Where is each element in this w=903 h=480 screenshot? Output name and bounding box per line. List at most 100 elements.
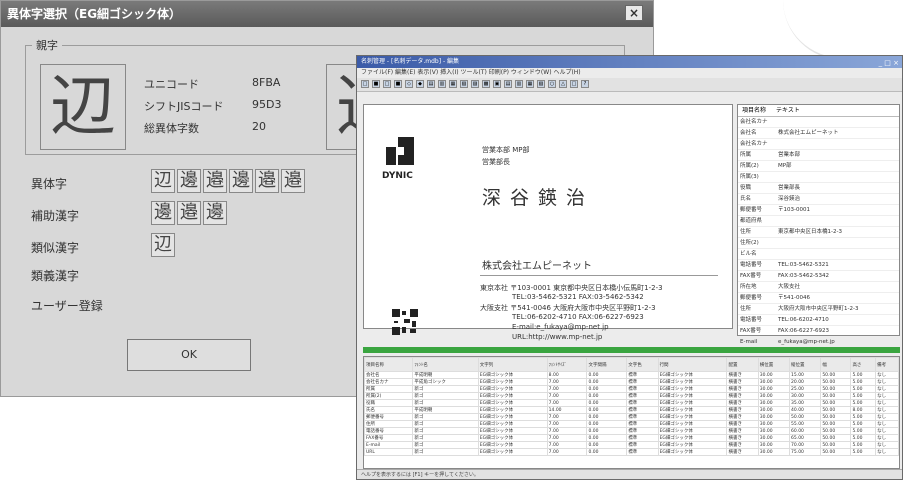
table-cell[interactable]: 横書き (726, 406, 759, 414)
table-cell[interactable]: 5.00 (850, 385, 877, 393)
panel-row[interactable]: 会社名カナ (738, 117, 899, 128)
panel-row[interactable]: 所属(2) MP部 (738, 161, 899, 172)
table-cell[interactable]: 5.00 (850, 399, 877, 407)
table-cell[interactable]: EG細ゴシック体 (657, 406, 728, 414)
table-cell[interactable]: 8.00 (850, 406, 877, 414)
table-cell[interactable]: 50.00 (820, 448, 852, 456)
panel-row-value[interactable]: 営業部長 (778, 183, 800, 193)
toolbar-redo-icon[interactable]: ▦ (449, 80, 457, 88)
toolbar-image-icon[interactable]: ▦ (526, 80, 534, 88)
table-row[interactable]: 電話番号 新ゴ EG細ゴシック体 7.00 0.00 標準 EG細ゴシック体 横書き 30.00… (364, 427, 899, 435)
table-cell[interactable]: 新ゴ (412, 413, 479, 421)
grid-header-cell[interactable]: 行間 (657, 357, 728, 372)
table-cell[interactable]: 30.00 (757, 399, 791, 407)
table-cell[interactable]: 横書き (726, 392, 759, 400)
grid-header-cell[interactable]: 横位置 (757, 357, 791, 372)
toolbar-help-icon[interactable]: ? (581, 80, 589, 88)
field-grid[interactable]: 項目名称 ﾌｫﾝﾄ名 文字列 ﾌｫﾝﾄｻｲｽﾞ 文字間隔 文字色 行間 配置 横位置 縦位置幅高さ… (363, 356, 900, 469)
table-cell[interactable]: 標準 (626, 413, 659, 421)
panel-row[interactable]: 所属 営業本部 (738, 150, 899, 161)
table-cell[interactable]: EG細ゴシック体 (477, 378, 548, 386)
panel-row-value[interactable]: e_fukaya@mp-net.jp (778, 337, 835, 347)
table-cell[interactable]: 7.00 (546, 399, 588, 407)
table-cell[interactable]: 5.00 (850, 413, 877, 421)
table-cell[interactable]: 横書き (726, 427, 759, 435)
panel-row[interactable]: 住所 大阪府大阪市中央区平野町1-2-3 (738, 304, 899, 315)
table-cell[interactable]: 所属(2) (364, 392, 414, 400)
table-cell[interactable]: 30.00 (757, 427, 791, 435)
table-row[interactable]: 会社名カナ 平成角ゴシック EG細ゴシック体 7.00 0.00 標準 EG細ゴシック体 横書… (364, 378, 899, 386)
table-cell[interactable]: 横書き (726, 378, 759, 386)
table-cell[interactable]: 30.00 (757, 406, 791, 414)
table-cell[interactable]: なし (875, 448, 899, 456)
toolbar-align-right-icon[interactable]: ▩ (482, 80, 490, 88)
table-cell[interactable]: 0.00 (586, 392, 628, 400)
grid-header-cell[interactable]: 文字色 (626, 357, 659, 372)
table-cell[interactable]: EG細ゴシック体 (657, 448, 728, 456)
table-cell[interactable]: 新ゴ (412, 434, 479, 442)
table-cell[interactable]: なし (875, 420, 899, 428)
ok-button[interactable]: OK (127, 339, 251, 371)
table-cell[interactable]: EG細ゴシック体 (657, 378, 728, 386)
table-cell[interactable]: 標準 (626, 399, 659, 407)
supplementary-glyph[interactable]: 邉 (177, 201, 201, 225)
toolbar-rect-icon[interactable]: □ (570, 80, 578, 88)
table-cell[interactable]: EG細ゴシック体 (657, 441, 728, 449)
table-cell[interactable]: EG細ゴシック体 (477, 371, 548, 379)
table-cell[interactable]: 横書き (726, 371, 759, 379)
toolbar-undo-icon[interactable]: ▥ (438, 80, 446, 88)
table-cell[interactable]: EG細ゴシック体 (477, 385, 548, 393)
table-cell[interactable]: EG細ゴシック体 (477, 392, 548, 400)
table-cell[interactable]: 0.00 (586, 378, 628, 386)
table-cell[interactable]: 5.00 (850, 427, 877, 435)
toolbar-grid-icon[interactable]: ▣ (493, 80, 501, 88)
table-cell[interactable]: 電話番号 (364, 427, 414, 435)
table-cell[interactable]: EG細ゴシック体 (657, 392, 728, 400)
table-cell[interactable]: 30.00 (757, 385, 791, 393)
table-row[interactable]: 氏名 平成明朝 EG細ゴシック体 14.00 0.00 標準 EG細ゴシック体 横書き 30.0… (364, 406, 899, 414)
table-row[interactable]: FAX番号 新ゴ EG細ゴシック体 7.00 0.00 標準 EG細ゴシック体 横書き 30.0… (364, 434, 899, 442)
supplementary-glyph[interactable]: 邊 (203, 201, 227, 225)
table-cell[interactable]: 50.00 (820, 378, 852, 386)
table-cell[interactable]: 7.00 (546, 378, 588, 386)
table-cell[interactable]: EG細ゴシック体 (477, 427, 548, 435)
similar-glyph[interactable]: 辺 (151, 233, 175, 257)
table-cell[interactable]: 30.00 (757, 448, 791, 456)
table-cell[interactable]: EG細ゴシック体 (477, 399, 548, 407)
window-controls-icon[interactable]: _ □ × (879, 57, 899, 69)
panel-row-value[interactable]: FAX:06-6227-6923 (778, 326, 829, 336)
table-cell[interactable]: 新ゴ (412, 448, 479, 456)
panel-row-value[interactable]: 深谷鍈治 (778, 194, 800, 204)
splitter-bar[interactable] (363, 347, 900, 353)
table-cell[interactable]: EG細ゴシック体 (657, 413, 728, 421)
table-cell[interactable]: 75.00 (789, 448, 822, 456)
toolbar-line-icon[interactable]: ▧ (537, 80, 545, 88)
table-cell[interactable]: 新ゴ (412, 392, 479, 400)
table-cell[interactable]: 標準 (626, 371, 659, 379)
panel-row-value[interactable]: 株式会社エムピーネット (778, 128, 839, 138)
table-cell[interactable]: 5.00 (850, 434, 877, 442)
table-cell[interactable]: 20.00 (789, 378, 822, 386)
table-cell[interactable]: 14.00 (546, 406, 588, 414)
toolbar-ellipse-icon[interactable]: ○ (548, 80, 556, 88)
table-cell[interactable]: 標準 (626, 441, 659, 449)
table-cell[interactable]: 25.00 (789, 385, 822, 393)
table-cell[interactable]: 50.00 (820, 392, 852, 400)
table-cell[interactable]: EG細ゴシック体 (477, 441, 548, 449)
table-cell[interactable]: 50.00 (820, 413, 852, 421)
toolbar-print-icon[interactable]: ■ (394, 80, 402, 88)
toolbar-copy-icon[interactable]: ◆ (416, 80, 424, 88)
table-cell[interactable]: 5.00 (850, 392, 877, 400)
table-cell[interactable]: EG細ゴシック体 (477, 413, 548, 421)
table-cell[interactable]: 65.00 (789, 434, 822, 442)
panel-row[interactable]: 住所(2) (738, 238, 899, 249)
table-cell[interactable]: EG細ゴシック体 (477, 434, 548, 442)
table-cell[interactable]: なし (875, 441, 899, 449)
table-row[interactable]: 所属(2) 新ゴ EG細ゴシック体 7.00 0.00 標準 EG細ゴシック体 横書き 30.0… (364, 392, 899, 400)
toolbar-table-icon[interactable]: ▤ (504, 80, 512, 88)
table-cell[interactable]: 50.00 (820, 420, 852, 428)
table-cell[interactable]: なし (875, 392, 899, 400)
panel-row[interactable]: 所在地 大阪支社 (738, 282, 899, 293)
panel-row-value[interactable]: TEL:03-5462-5321 (778, 260, 829, 270)
table-cell[interactable]: 役職 (364, 399, 414, 407)
